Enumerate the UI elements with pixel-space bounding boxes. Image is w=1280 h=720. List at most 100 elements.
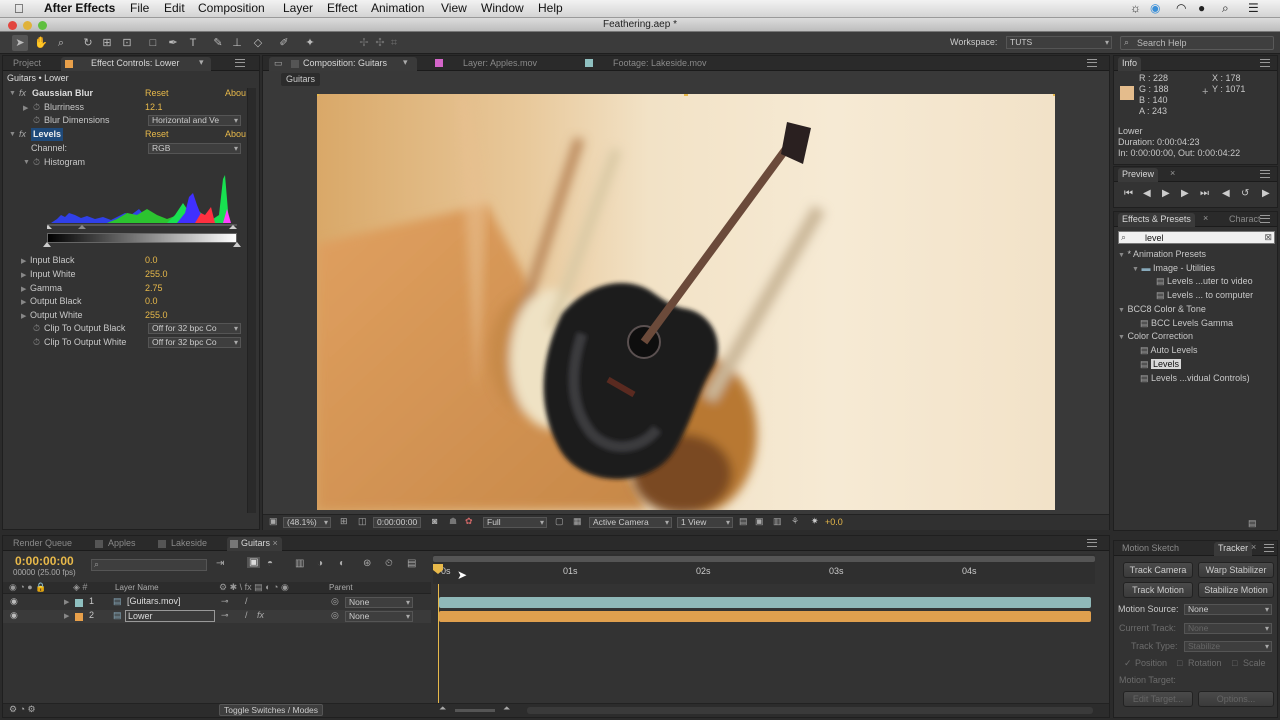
stopwatch-icon[interactable]: ⏱ (33, 101, 40, 114)
menu-animation[interactable]: Animation (371, 1, 424, 15)
effect-controls-scrollbar[interactable] (247, 88, 256, 513)
tree-item-levels[interactable]: ▤ Levels (1140, 358, 1182, 371)
view-axis-icon[interactable]: ⌗ (386, 35, 402, 51)
zoom-tool-icon[interactable]: ⌕ (53, 35, 69, 51)
rectangle-tool-icon[interactable]: □ (145, 35, 161, 51)
zoom-in-icon[interactable]: ⏶ (503, 703, 510, 714)
input-black-expand-icon[interactable]: ▶ (21, 257, 26, 265)
timeline-search-field[interactable]: ⌕ (91, 559, 207, 571)
warp-stabilizer-button[interactable]: Warp Stabilizer (1198, 562, 1274, 578)
search-help-field[interactable]: ⌕ Search Help (1120, 36, 1274, 50)
menu-view[interactable]: View (441, 1, 467, 15)
last-frame-icon[interactable]: ⏭ (1200, 188, 1209, 199)
stopwatch-icon[interactable]: ⏱ (33, 336, 40, 349)
zoom-out-icon[interactable]: ⏶ (439, 703, 446, 714)
blurriness-expand-icon[interactable]: ▶ (23, 104, 28, 112)
tab-character[interactable]: Characte (1225, 213, 1261, 227)
fx-icon[interactable]: fx (19, 128, 26, 141)
first-frame-icon[interactable]: ⏮ (1124, 188, 1133, 199)
shy-switch-icon[interactable]: ⊸ (221, 610, 229, 621)
edit-target-button[interactable]: Edit Target... (1123, 691, 1193, 707)
panel-menu-icon[interactable] (1260, 59, 1270, 67)
type-tool-icon[interactable]: T (185, 35, 201, 51)
tree-item-image-utilities[interactable]: ▼ ▬ Image - Utilities (1132, 262, 1215, 275)
layer-label-color[interactable] (75, 613, 83, 621)
quality-switch-icon[interactable]: / (245, 596, 248, 606)
new-preset-icon[interactable]: ▤ (1248, 518, 1257, 529)
layer-name-header[interactable]: Layer Name (115, 583, 159, 592)
gaussian-expand-icon[interactable]: ▼ (9, 90, 16, 97)
tree-item-bcc8[interactable]: ▼ BCC8 Color & Tone (1118, 303, 1206, 316)
selection-tool-icon[interactable]: ➤ (12, 35, 28, 51)
draft-3d-icon[interactable]: ▣ (247, 557, 261, 568)
effects-search-field[interactable]: ⌕ level ⊠ (1118, 231, 1275, 244)
track-motion-button[interactable]: Track Motion (1123, 582, 1193, 598)
close-tab-icon[interactable]: × (1203, 213, 1208, 223)
panel-menu-icon[interactable] (1260, 170, 1270, 178)
comp-mini-flowchart-icon[interactable]: ⇥ (216, 558, 224, 569)
clear-search-icon[interactable]: ⊠ (1264, 232, 1272, 243)
tree-item-bcc-levels-gamma[interactable]: ▤ BCC Levels Gamma (1140, 317, 1233, 330)
fx-icon[interactable]: fx (19, 87, 26, 100)
loop-icon[interactable]: ↺ (1241, 188, 1249, 199)
expand-icon[interactable]: ▼ (1118, 334, 1125, 341)
zoom-slider[interactable] (455, 709, 495, 712)
frame-blending-icon[interactable]: ▥ (295, 558, 304, 569)
rotation-checkbox[interactable]: □ (1177, 658, 1182, 668)
layer-row[interactable]: ◉ ▶ 1 ▤ [Guitars.mov] ⊸ / ◎ None (3, 596, 431, 609)
visibility-icon[interactable]: ◉ (10, 610, 18, 621)
brush-tool-icon[interactable]: ✎ (210, 35, 226, 51)
track-type-dropdown[interactable]: Stabilize (1184, 641, 1272, 652)
roto-brush-tool-icon[interactable]: ✐ (276, 35, 292, 51)
app-menu[interactable]: After Effects (44, 1, 115, 15)
fx-switch-icon[interactable]: fx (257, 610, 264, 620)
motion-blur-icon[interactable]: ◑ (317, 558, 323, 569)
layer-name-editing[interactable]: Lower (125, 610, 215, 622)
current-time-display[interactable]: 0:00:00:00 (373, 517, 422, 528)
scale-checkbox[interactable]: □ (1232, 658, 1237, 668)
tab-tracker[interactable]: Tracker (1214, 542, 1253, 556)
levels-reset-link[interactable]: Reset (145, 128, 169, 141)
workspace-dropdown[interactable]: TUTS (1006, 36, 1112, 49)
close-tab-icon[interactable]: × (273, 538, 278, 548)
view-layout-dropdown[interactable]: 1 View (677, 517, 733, 528)
work-area-bar[interactable] (433, 556, 1095, 562)
tree-item-auto-levels[interactable]: ▤ Auto Levels (1140, 344, 1198, 357)
layer-label-color[interactable] (75, 599, 83, 607)
output-white-expand-icon[interactable]: ▶ (21, 312, 26, 320)
play-icon[interactable]: ▶ (1162, 188, 1170, 199)
gamma-expand-icon[interactable]: ▶ (21, 285, 26, 293)
panel-menu-icon[interactable] (1264, 544, 1274, 552)
stopwatch-icon[interactable]: ⏱ (33, 322, 40, 335)
parent-header[interactable]: Parent (329, 583, 353, 592)
output-white-value[interactable]: 255.0 (145, 309, 168, 322)
magnification-dropdown[interactable]: (48.1%) (283, 517, 331, 528)
always-preview-icon[interactable]: ▣ (269, 516, 278, 527)
axis-mode-icon[interactable]: ✢ (356, 35, 372, 51)
menu-effect[interactable]: Effect (327, 1, 357, 15)
handle-top-left[interactable] (317, 94, 319, 96)
tab-motion-sketch[interactable]: Motion Sketch (1118, 542, 1183, 556)
pickwhip-icon[interactable]: ◎ (331, 610, 339, 621)
time-ruler[interactable]: 0s 01s 02s 03s 04s ➤ (433, 554, 1095, 584)
handle-top-center[interactable] (684, 94, 688, 96)
spotlight-icon[interactable]: ⌕ (1222, 1, 1229, 16)
camera-view-dropdown[interactable]: Active Camera (589, 517, 672, 528)
next-frame-icon[interactable]: ▶ (1181, 188, 1189, 199)
options-button[interactable]: Options... (1198, 691, 1274, 707)
panel-menu-icon[interactable] (235, 59, 245, 67)
brightness-icon[interactable]: ☼ (1130, 1, 1141, 15)
flowchart-icon[interactable]: ⚘ (791, 516, 799, 527)
transparency-grid-icon[interactable]: ▦ (573, 516, 582, 527)
clip-white-dropdown[interactable]: Off for 32 bpc Co (148, 337, 241, 348)
clone-stamp-tool-icon[interactable]: ⊥ (229, 35, 245, 51)
motion-source-dropdown[interactable]: None (1184, 604, 1272, 615)
tab-apples[interactable]: Apples (104, 537, 140, 551)
histogram-expand-icon[interactable]: ▼ (23, 159, 30, 166)
panel-menu-icon[interactable] (1087, 539, 1097, 547)
input-black-value[interactable]: 0.0 (145, 254, 158, 267)
menu-edit[interactable]: Edit (164, 1, 185, 15)
resolution-dropdown[interactable]: Full (483, 517, 547, 528)
region-of-interest-icon[interactable]: ▢ (555, 516, 564, 527)
tab-preview[interactable]: Preview (1118, 168, 1159, 182)
